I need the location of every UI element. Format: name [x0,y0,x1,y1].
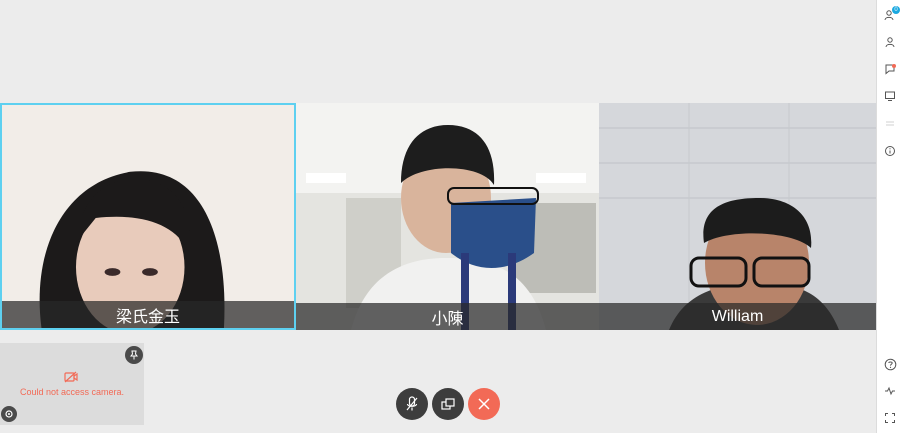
pin-icon [130,350,138,360]
settings-button[interactable] [1,406,17,422]
end-call-icon [478,398,490,410]
participant-name-label: William [599,303,876,330]
chat-unread-dot [892,64,896,68]
camera-error-message: Could not access camera. [19,387,125,397]
layout-icon [441,398,455,410]
participant-name-label: 梁氏金玉 [2,301,294,328]
help-icon [884,358,896,370]
video-tile-participant-2[interactable]: 小陳 [296,103,599,330]
monitor-icon [885,91,895,101]
gear-icon [5,410,13,418]
mic-off-icon [406,396,418,411]
disabled-menu-button [883,116,897,130]
menu-icon [886,121,894,126]
mute-button[interactable] [396,388,428,420]
switch-layout-button[interactable] [432,388,464,420]
call-controls [396,388,500,420]
camera-off-icon [64,371,78,383]
participant-name-label: 小陳 [296,303,599,330]
info-button[interactable] [883,144,897,158]
meeting-stage: 梁氏金玉 小陳 William Could not access camera. [0,0,876,433]
call-stats-button[interactable] [883,384,897,398]
info-icon [885,146,895,156]
share-screen-button[interactable] [883,89,897,103]
fullscreen-button[interactable] [883,411,897,425]
participants-count-badge: 0 [892,6,900,14]
participant-1-video [2,105,294,328]
participant-2-video [296,103,599,330]
pin-button[interactable] [125,346,143,364]
video-grid: 梁氏金玉 小陳 William [0,103,876,330]
contact-button[interactable] [883,35,897,49]
participant-3-video [599,103,876,330]
video-tile-participant-1[interactable]: 梁氏金玉 [0,103,296,330]
activity-icon [885,386,895,396]
end-call-button[interactable] [468,388,500,420]
fullscreen-icon [885,413,895,423]
self-view-tile: Could not access camera. [0,343,144,425]
person-icon [885,37,895,48]
video-tile-participant-3[interactable]: William [599,103,876,330]
help-button[interactable] [883,357,897,371]
